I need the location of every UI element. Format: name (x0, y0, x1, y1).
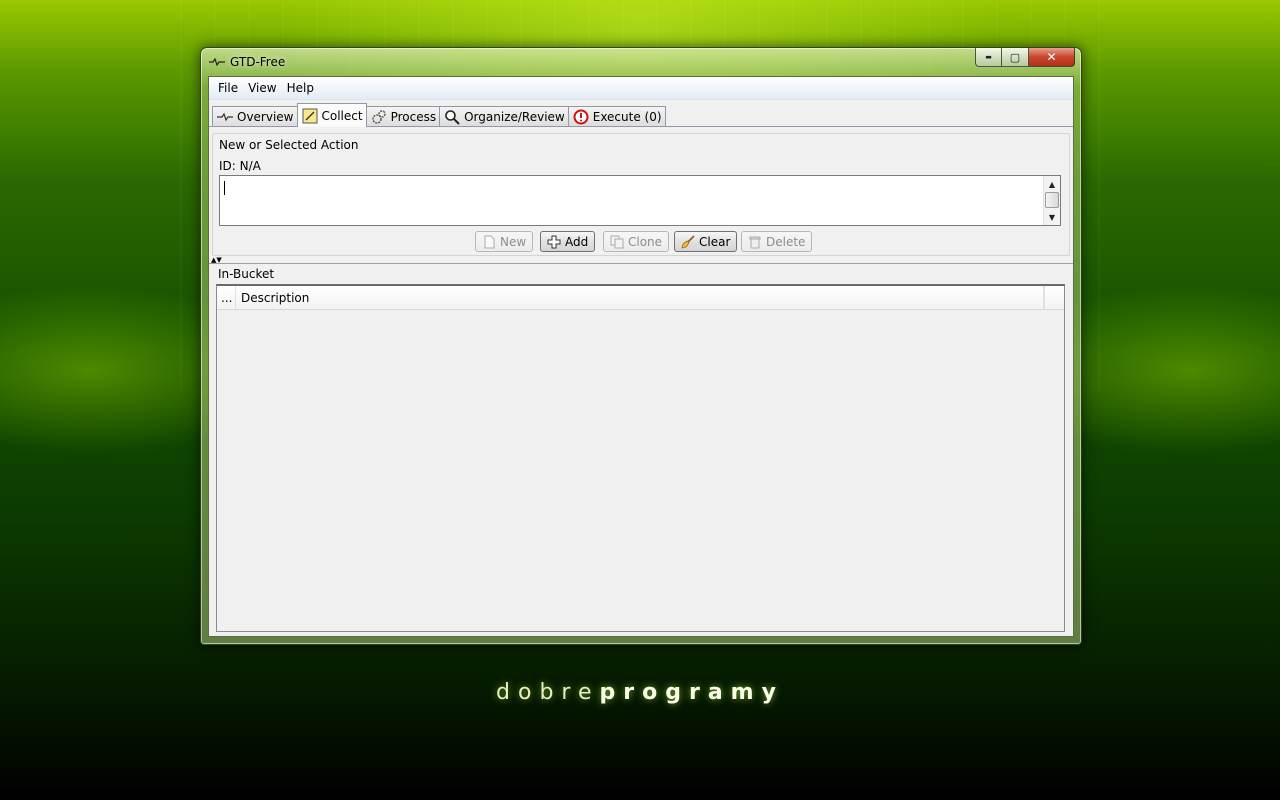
tab-execute[interactable]: Execute (0) (567, 106, 666, 127)
gears-icon (371, 110, 386, 124)
app-window: GTD-Free ▬ ▢ ✕ File View Help Overview C… (200, 47, 1082, 645)
tab-label: Execute (0) (592, 110, 662, 124)
in-bucket-title: In-Bucket (218, 267, 275, 281)
window-title: GTD-Free (230, 55, 286, 69)
tab-strip: Overview Collect Process Organize/Review… (212, 103, 666, 127)
menu-bar: File View Help (209, 77, 1073, 100)
add-button[interactable]: Add (540, 231, 596, 252)
delete-button[interactable]: Delete (741, 231, 813, 252)
tab-collect[interactable]: Collect (296, 103, 367, 127)
clear-button-label: Clear (699, 234, 731, 249)
scroll-thumb[interactable] (1045, 192, 1059, 208)
clone-button-label: Clone (628, 234, 663, 249)
action-text-input[interactable]: ▲ ▼ (219, 175, 1061, 226)
tab-overview[interactable]: Overview (212, 106, 298, 127)
menu-view[interactable]: View (243, 81, 281, 95)
action-buttons: New Add Clone Clear Delete (213, 231, 1069, 252)
scroll-down-icon[interactable]: ▼ (1044, 210, 1060, 224)
new-button-label: New (500, 234, 527, 249)
action-group: New or Selected Action ID: N/A ▲ ▼ New A… (212, 133, 1070, 256)
client-area: File View Help Overview Collect Process … (208, 76, 1074, 637)
in-bucket-table[interactable]: ... Description (216, 284, 1065, 632)
app-icon (209, 58, 225, 66)
broom-icon (681, 234, 695, 249)
column-header-dots[interactable]: ... (217, 286, 236, 310)
collect-panel: New or Selected Action ID: N/A ▲ ▼ New A… (209, 126, 1073, 636)
split-line (209, 263, 1073, 264)
menu-file[interactable]: File (213, 81, 243, 95)
delete-button-label: Delete (766, 234, 806, 249)
table-header: ... Description (217, 286, 1064, 310)
magnifier-icon (445, 110, 460, 125)
tab-process[interactable]: Process (365, 106, 441, 127)
tab-label: Overview (237, 110, 294, 124)
add-button-label: Add (565, 234, 589, 249)
logo-light-text: dobre (496, 680, 600, 705)
menu-help[interactable]: Help (282, 81, 319, 95)
text-scrollbar[interactable]: ▲ ▼ (1043, 176, 1060, 225)
column-header-corner (1044, 286, 1064, 310)
dobreprogramy-logo: dobreprogramy (0, 680, 1280, 705)
scroll-up-icon[interactable]: ▲ (1044, 177, 1060, 191)
action-id-label: ID: N/A (219, 159, 261, 173)
tab-label: Organize/Review (464, 110, 565, 124)
tab-label: Collect (321, 108, 363, 123)
new-document-icon (484, 235, 495, 248)
clear-button[interactable]: Clear (674, 231, 738, 252)
title-bar[interactable]: GTD-Free ▬ ▢ ✕ (201, 48, 1081, 76)
action-group-title: New or Selected Action (219, 138, 359, 152)
minimize-button[interactable]: ▬ (975, 48, 1002, 67)
close-button[interactable]: ✕ (1029, 48, 1075, 67)
stop-icon (573, 109, 589, 125)
tab-label: Process (390, 110, 437, 124)
tab-organize-review[interactable]: Organize/Review (439, 106, 569, 127)
plus-icon (547, 235, 561, 248)
logo-bold-text: programy (599, 680, 784, 705)
new-button[interactable]: New (475, 231, 534, 252)
overview-icon (217, 112, 233, 122)
maximize-button[interactable]: ▢ (1002, 48, 1029, 67)
minimize-icon: ▬ (985, 53, 992, 61)
caption-buttons: ▬ ▢ ✕ (975, 48, 1075, 68)
column-header-description[interactable]: Description (236, 286, 1044, 310)
split-pane-divider[interactable]: ▲▼ (209, 257, 1073, 264)
text-caret (224, 181, 225, 195)
clone-button[interactable]: Clone (603, 231, 670, 252)
copy-icon (610, 235, 624, 248)
trash-icon (749, 236, 761, 248)
close-icon: ✕ (1046, 50, 1057, 64)
maximize-icon: ▢ (1009, 50, 1021, 64)
note-icon (302, 108, 317, 123)
